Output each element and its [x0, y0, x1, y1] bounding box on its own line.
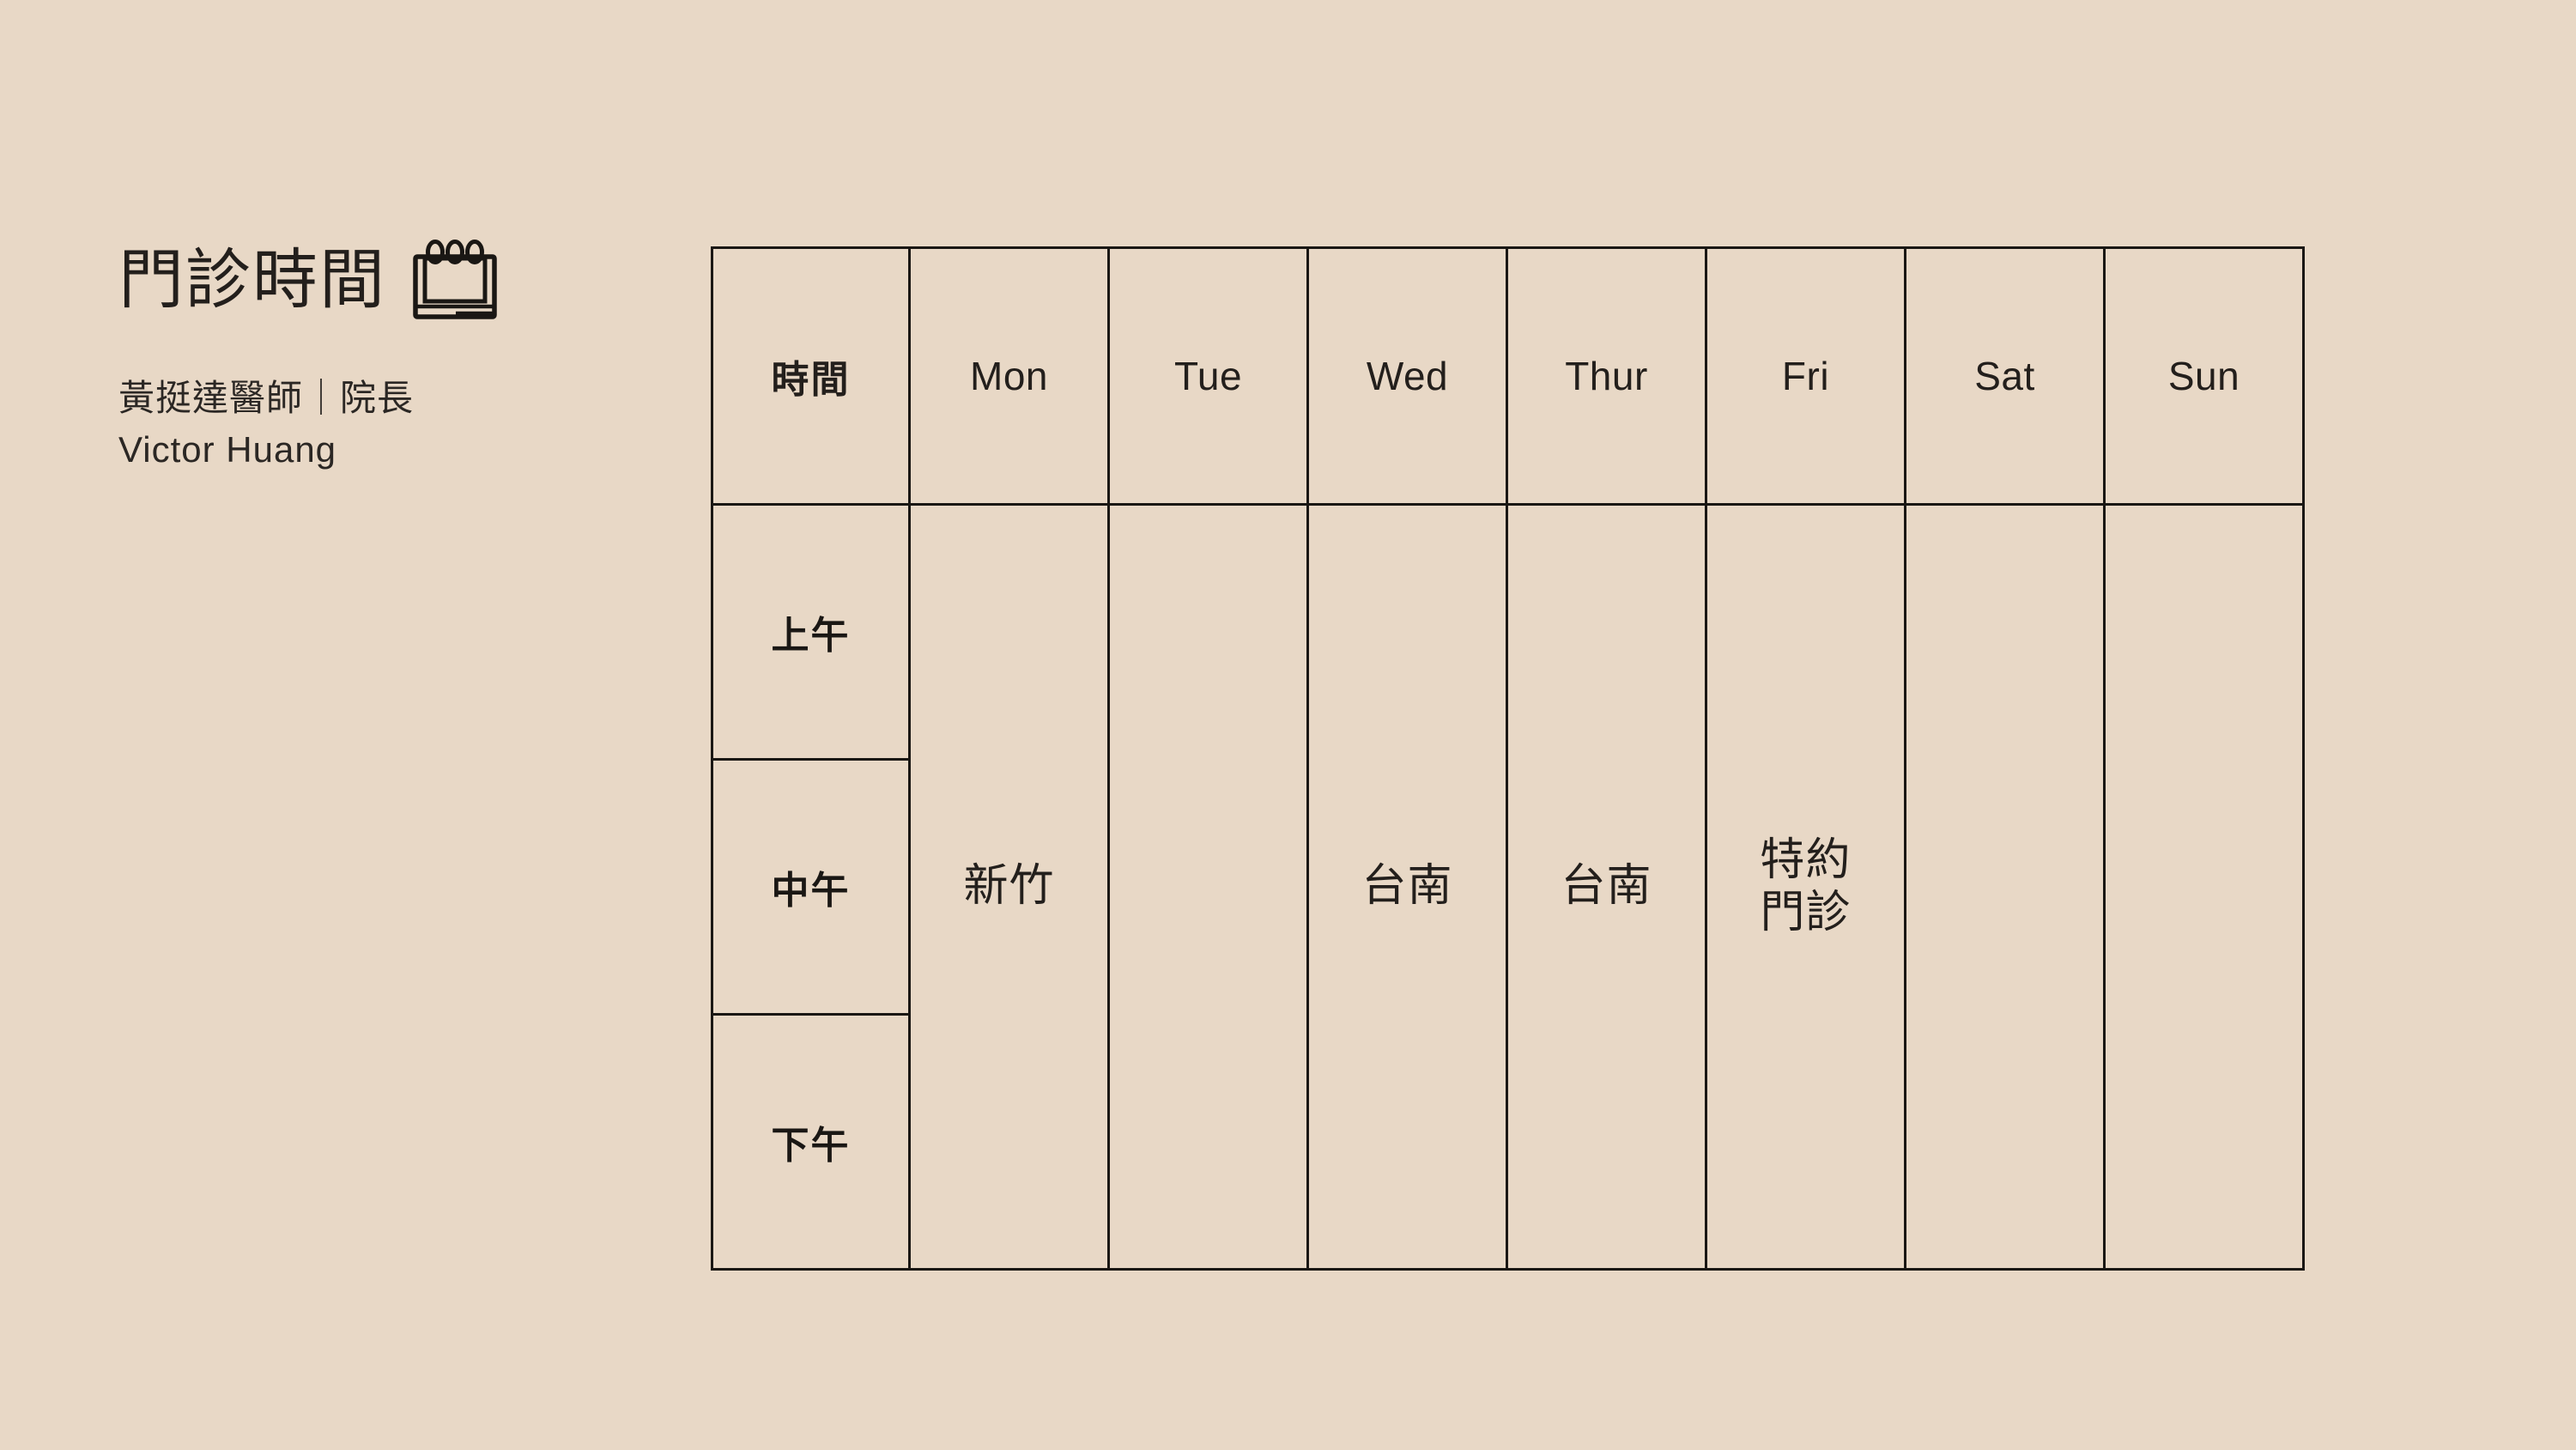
cell-wed-text: 台南 [1361, 861, 1453, 912]
column-header-sat: Sat [1904, 246, 2106, 506]
cell-mon[interactable]: 新竹 [908, 503, 1110, 1271]
cell-fri-text: 特約 門診 [1760, 834, 1852, 937]
column-header-mon: Mon [908, 246, 1110, 506]
column-header-thur: Thur [1506, 246, 1707, 506]
cell-sun[interactable] [2103, 503, 2305, 1271]
doctor-name-title: 黃挺達醫師｜院長 [118, 378, 415, 418]
column-header-tue: Tue [1107, 246, 1309, 506]
header-panel: 門診時間 黃挺達醫師｜院長 Victor Huang [118, 234, 668, 475]
time-label-afternoon: 下午 [711, 1013, 911, 1271]
column-header-time: 時間 [711, 246, 911, 506]
schedule-table-container: 時間 Mon Tue Wed Thur Fri Sat Sun 上午 新竹 台南… [711, 246, 2305, 1271]
column-header-fri: Fri [1705, 246, 1906, 506]
title-row: 門診時間 [118, 234, 668, 328]
clinic-schedule-table: 時間 Mon Tue Wed Thur Fri Sat Sun 上午 新竹 台南… [711, 246, 2305, 1271]
time-label-morning: 上午 [711, 503, 911, 761]
time-label-noon: 中午 [711, 758, 911, 1016]
notepad-calendar-icon [413, 240, 497, 319]
cell-wed[interactable]: 台南 [1306, 503, 1508, 1271]
cell-sat[interactable] [1904, 503, 2106, 1271]
cell-mon-text: 新竹 [963, 861, 1055, 912]
cell-fri[interactable]: 特約 門診 [1705, 503, 1906, 1271]
column-header-wed: Wed [1306, 246, 1508, 506]
cell-tue[interactable] [1107, 503, 1309, 1271]
cell-thur-text: 台南 [1561, 861, 1652, 912]
cell-thur[interactable]: 台南 [1506, 503, 1707, 1271]
doctor-info: 黃挺達醫師｜院長 Victor Huang [118, 373, 668, 475]
table-header-row: 時間 Mon Tue Wed Thur Fri Sat Sun [711, 246, 2305, 506]
page-title: 門診時間 [118, 244, 386, 317]
table-row-morning: 上午 新竹 台南 台南 特約 門診 [711, 503, 2305, 1271]
column-header-sun: Sun [2103, 246, 2305, 506]
doctor-name-english: Victor Huang [118, 428, 337, 470]
